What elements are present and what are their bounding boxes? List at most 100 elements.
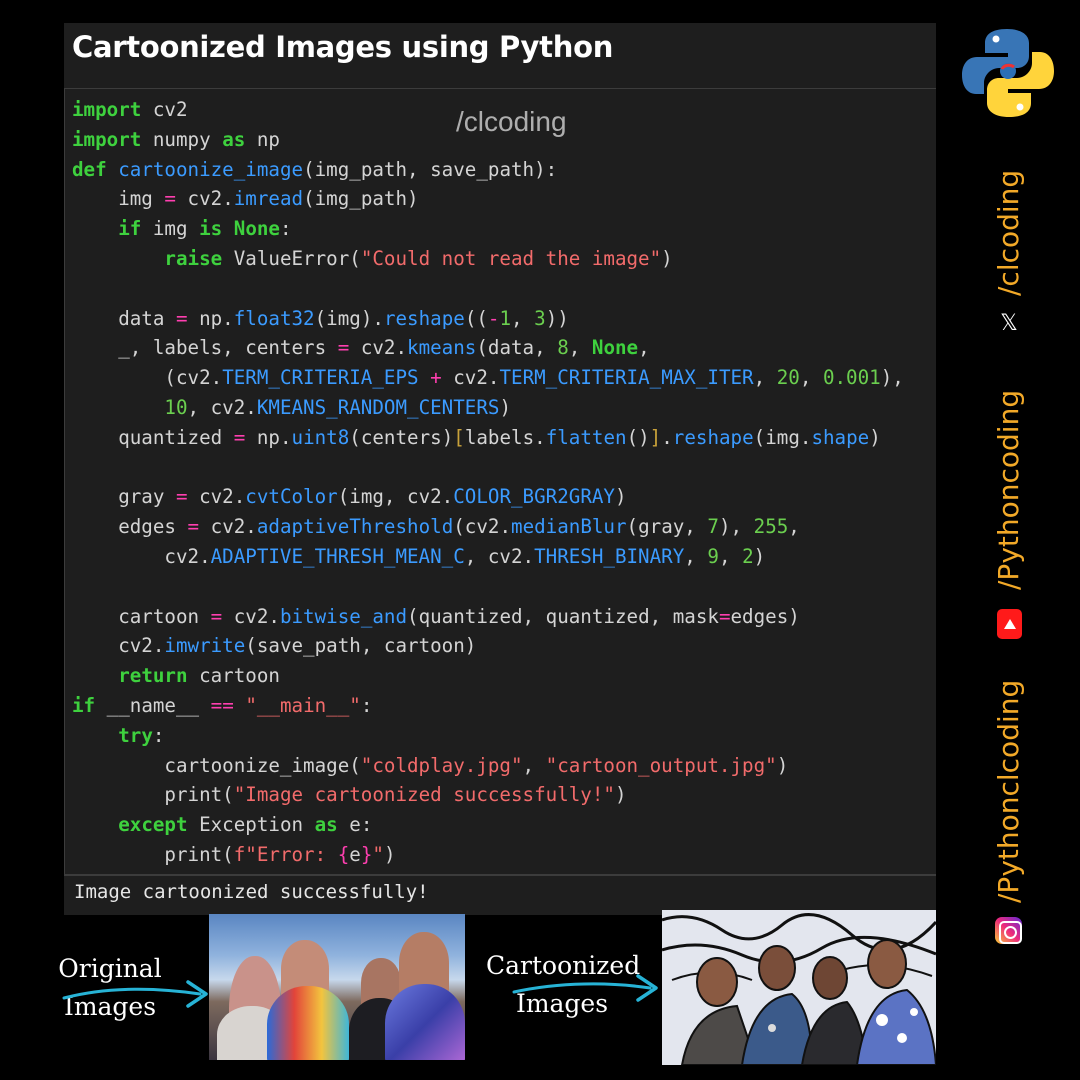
code-token: gray (72, 485, 176, 509)
code-token: f"Error: (233, 842, 338, 866)
code-line: cartoon = cv2.bitwise_and(quantized, qua… (72, 602, 904, 632)
code-token: " (372, 842, 384, 866)
code-line: (cv2.TERM_CRITERIA_EPS + cv2.TERM_CRITER… (72, 363, 903, 393)
code-token: quantized (72, 425, 234, 449)
code-token: : (279, 217, 292, 241)
code-token: (cv2. (72, 366, 223, 390)
code-token: ) (869, 425, 881, 449)
code-token: img (72, 187, 165, 211)
code-token: reshape (672, 425, 754, 449)
code-token: img (141, 217, 200, 241)
handle-youtube[interactable]: /Pythoncoding (992, 390, 1025, 590)
youtube-icon[interactable] (997, 609, 1022, 639)
code-token: , (684, 544, 708, 568)
handle-instagram[interactable]: /Pythonclcoding (992, 680, 1025, 903)
code-token: ) (383, 842, 396, 866)
code-line: if img is None: (72, 214, 904, 244)
code-token: 8 (557, 336, 569, 360)
code-token: 255 (753, 515, 789, 539)
code-token: cv2. (441, 366, 500, 390)
code-token: (img). (314, 306, 384, 330)
code-token: cv2. (187, 485, 246, 509)
code-token: __name__ (95, 693, 211, 717)
code-line: cv2.ADAPTIVE_THRESH_MEAN_C, cv2.THRESH_B… (72, 542, 904, 572)
code-token: float32 (233, 306, 315, 330)
code-token: (quantized, quantized, mask (407, 604, 719, 628)
code-token: : (152, 723, 165, 747)
code-token: e: (337, 813, 373, 837)
code-line: raise ValueError("Could not read the ima… (72, 244, 904, 274)
code-token: cartoonize_image( (72, 753, 361, 777)
code-token: , (511, 306, 535, 330)
code-token: + (430, 366, 442, 390)
code-token: cv2. (175, 187, 234, 211)
x-icon[interactable]: 𝕏 (998, 313, 1020, 335)
code-line: cartoonize_image("coldplay.jpg", "cartoo… (72, 751, 904, 781)
code-token: flatten (545, 425, 627, 449)
code-token: )) (545, 306, 569, 330)
code-line: print("Image cartoonized successfully!") (72, 780, 904, 810)
code-token: edges) (730, 604, 800, 628)
code-token: cartoon (72, 604, 211, 628)
code-token: cv2. (72, 634, 165, 658)
code-token: ValueError( (222, 246, 361, 270)
code-line: import numpy as np (72, 125, 904, 155)
code-token: (img_path) (303, 187, 419, 211)
code-token: try (118, 723, 153, 747)
instagram-icon[interactable] (995, 917, 1022, 944)
output-divider (64, 875, 936, 876)
code-line: print(f"Error: {e}") (72, 840, 904, 870)
code-token: [ (453, 425, 465, 449)
arrow-icon (62, 980, 208, 1008)
code-token: if (118, 217, 142, 241)
code-token: medianBlur (511, 515, 627, 539)
code-token: "cartoon_output.jpg" (545, 753, 777, 777)
code-token: . (661, 425, 673, 449)
code-token: TERM_CRITERIA_EPS (222, 366, 419, 390)
code-token: ) (614, 485, 627, 509)
code-token: , (788, 515, 800, 539)
code-token: { (337, 842, 350, 866)
original-image (209, 914, 465, 1060)
handle-x[interactable]: /clcoding (992, 170, 1025, 296)
code-line: if __name__ == "__main__": (72, 691, 904, 721)
code-token: - (487, 306, 500, 330)
code-token: imread (233, 187, 304, 211)
code-token: , (753, 366, 777, 390)
code-line: try: (72, 721, 904, 751)
code-token: : (360, 693, 373, 717)
code-token: None (591, 336, 639, 360)
code-token: (centers) (349, 425, 454, 449)
code-line: quantized = np.uint8(centers)[labels.fla… (72, 423, 904, 453)
code-line: 10, cv2.KMEANS_RANDOM_CENTERS) (72, 393, 904, 423)
code-token: Exception (187, 813, 315, 837)
code-token: "coldplay.jpg" (360, 753, 523, 777)
code-token: print( (72, 842, 234, 866)
code-token: TERM_CRITERIA_MAX_ITER (499, 366, 754, 390)
code-line: def cartoonize_image(img_path, save_path… (72, 155, 904, 185)
code-token: e (349, 842, 361, 866)
code-token: cartoon (187, 664, 280, 688)
code-token: ) (753, 544, 766, 568)
code-token: np (245, 127, 280, 151)
code-line: img = cv2.imread(img_path) (72, 184, 904, 214)
code-token: is (199, 217, 223, 241)
code-token: cv2. (72, 544, 211, 568)
code-token: (img. (753, 425, 812, 449)
code-token: ) (499, 395, 511, 419)
code-token: = (164, 187, 176, 211)
code-token: (img_path, save_path): (303, 157, 558, 181)
code-line: _, labels, centers = cv2.kmeans(data, 8,… (72, 333, 904, 363)
program-output: Image cartoonized successfully! (74, 881, 429, 903)
code-token: 1 (499, 306, 512, 330)
code-token: adaptiveThreshold (256, 515, 454, 539)
code-token: 10 (164, 395, 188, 419)
code-token: KMEANS_RANDOM_CENTERS (256, 395, 500, 419)
